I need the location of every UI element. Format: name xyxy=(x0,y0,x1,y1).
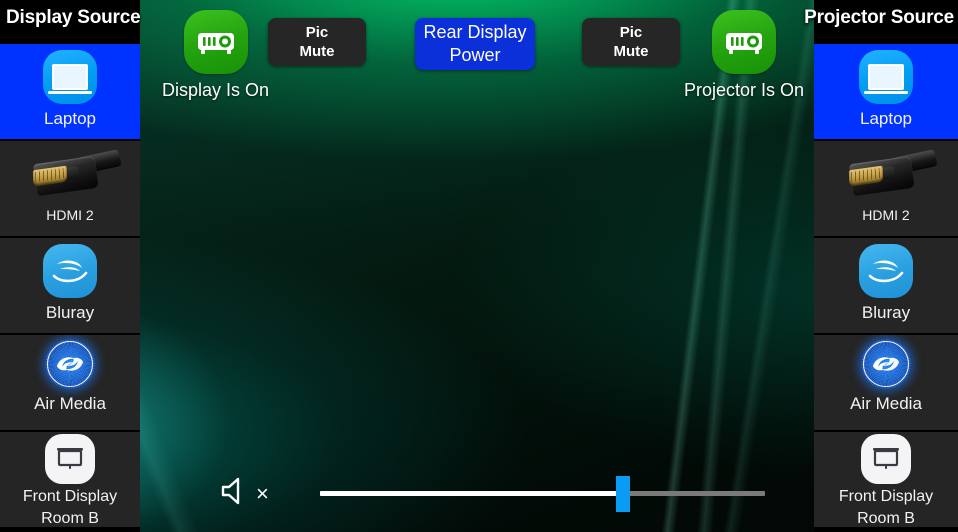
projector-icon xyxy=(183,10,248,74)
sidebar-item-hdmi2-display[interactable]: HDMI 2 xyxy=(0,141,140,238)
projector-source-sidebar: Projector Source Laptop HDMI 2 Bluray Ai… xyxy=(804,0,958,532)
sidebar-item-laptop-projector[interactable]: Laptop xyxy=(814,44,958,141)
projector-screen-icon xyxy=(45,434,95,484)
laptop-icon xyxy=(43,48,97,106)
rear-display-power-line2: Power xyxy=(449,45,501,65)
projector-source-title: Projector Source xyxy=(804,7,954,28)
display-pic-mute-line2: Mute xyxy=(299,43,335,60)
hdmi-connector-icon xyxy=(838,145,938,203)
sidebar-item-bluray-display[interactable]: Bluray xyxy=(0,238,140,335)
sidebar-item-airmedia-display[interactable]: Air Media xyxy=(0,335,140,432)
sidebar-item-bluray-projector[interactable]: Bluray xyxy=(814,238,958,335)
bluray-disc-icon xyxy=(859,242,913,300)
sidebar-item-label: HDMI 2 xyxy=(862,207,910,223)
projector-pic-mute-line2: Mute xyxy=(613,43,649,60)
sidebar-item-label-line2: Room B xyxy=(41,510,99,527)
display-source-title: Display Source xyxy=(6,7,141,28)
volume-slider[interactable] xyxy=(320,476,765,512)
projector-power-status[interactable]: Projector Is On xyxy=(684,10,804,101)
projector-power-status-label: Projector Is On xyxy=(684,80,805,100)
hdmi-connector-icon xyxy=(22,145,122,203)
sidebar-item-label: Laptop xyxy=(860,109,912,128)
sidebar-item-front-display-room-b-display[interactable]: Front Display Room B xyxy=(0,432,140,529)
volume-slider-thumb[interactable] xyxy=(615,476,630,512)
laptop-icon xyxy=(859,48,913,106)
top-control-bar: Display Is On Pic Mute Rear Display Powe… xyxy=(140,0,814,118)
sidebar-item-hdmi2-projector[interactable]: HDMI 2 xyxy=(814,141,958,238)
display-pic-mute-line1: Pic xyxy=(305,24,329,41)
sidebar-item-label: Bluray xyxy=(45,303,95,322)
projector-pic-mute-line1: Pic xyxy=(619,24,643,41)
volume-slider-fill xyxy=(320,491,623,496)
speaker-mute-icon xyxy=(220,475,252,512)
airmedia-icon xyxy=(861,337,911,391)
sidebar-item-label: Air Media xyxy=(34,394,106,413)
display-pic-mute-button[interactable]: Pic Mute xyxy=(268,18,366,66)
volume-control-row: × xyxy=(140,450,814,532)
sidebar-item-label: Bluray xyxy=(861,303,911,322)
rear-display-power-button[interactable]: Rear Display Power xyxy=(415,18,535,70)
mute-x-mark: × xyxy=(256,481,269,506)
bluray-disc-icon xyxy=(43,242,97,300)
projector-pic-mute-button[interactable]: Pic Mute xyxy=(582,18,680,66)
display-power-status-label: Display Is On xyxy=(162,80,270,100)
sidebar-item-airmedia-projector[interactable]: Air Media xyxy=(814,335,958,432)
sidebar-item-front-display-room-b-projector[interactable]: Front Display Room B xyxy=(814,432,958,529)
display-source-header: Display Source xyxy=(0,0,141,44)
sidebar-item-laptop-display[interactable]: Laptop xyxy=(0,44,140,141)
sidebar-item-label-line1: Front Display xyxy=(838,488,934,505)
rear-display-power-line1: Rear Display xyxy=(423,22,527,42)
sidebar-item-label-line1: Front Display xyxy=(22,488,118,505)
projector-icon xyxy=(712,10,777,74)
mute-toggle-button[interactable]: × xyxy=(220,474,278,512)
sidebar-item-label: Air Media xyxy=(850,394,922,413)
airmedia-icon xyxy=(45,337,95,391)
display-power-status[interactable]: Display Is On xyxy=(162,10,269,101)
av-control-panel: Display Source Laptop HDMI 2 Bluray Air … xyxy=(0,0,958,532)
sidebar-item-label-line2: Room B xyxy=(857,510,915,527)
display-source-sidebar: Display Source Laptop HDMI 2 Bluray Air … xyxy=(0,0,141,532)
sidebar-item-label: Laptop xyxy=(44,109,96,128)
sidebar-item-label: HDMI 2 xyxy=(46,207,94,223)
projector-screen-icon xyxy=(861,434,911,484)
projector-source-header: Projector Source xyxy=(804,0,958,44)
